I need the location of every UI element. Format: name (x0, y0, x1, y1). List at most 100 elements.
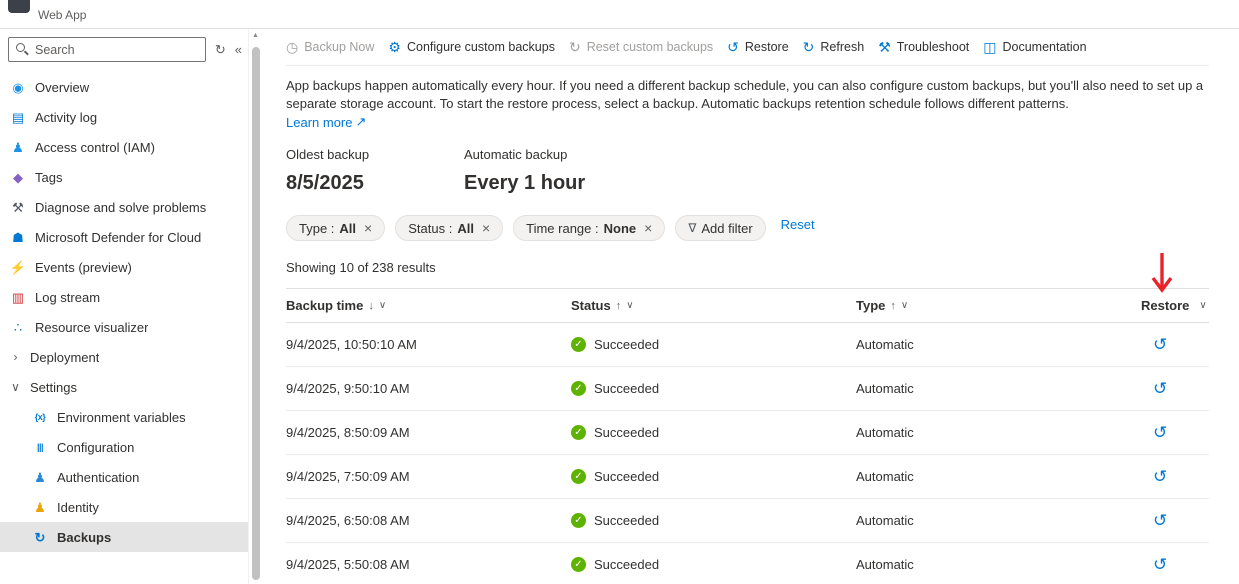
table-row[interactable]: 9/4/2025, 10:50:10 AM ✓ Succeeded Automa… (286, 323, 1209, 367)
row-restore-button[interactable]: ↺ (1141, 512, 1167, 529)
toolbar-button[interactable]: ◫ Documentation (983, 40, 1086, 54)
table-row[interactable]: 9/4/2025, 6:50:08 AM ✓ Succeeded Automat… (286, 499, 1209, 543)
funnel-icon: ∇ (688, 222, 696, 234)
table-row[interactable]: 9/4/2025, 7:50:09 AM ✓ Succeeded Automat… (286, 455, 1209, 499)
add-filter-button[interactable]: ∇ Add filter (675, 215, 765, 241)
authentication-icon: ♟ (31, 471, 49, 484)
toolbar-button[interactable]: ↻ Refresh (803, 40, 865, 54)
sidebar-item-label: Environment variables (57, 410, 186, 425)
app-icon (8, 0, 30, 13)
close-icon[interactable]: × (482, 221, 490, 235)
close-icon[interactable]: × (364, 221, 372, 235)
row-restore-button[interactable]: ↺ (1141, 336, 1167, 353)
access-control-icon: ♟ (9, 141, 27, 154)
scroll-up-icon[interactable]: ▲ (252, 32, 259, 39)
sidebar-item[interactable]: ☗ Microsoft Defender for Cloud (0, 222, 248, 252)
menu-refresh-icon[interactable]: ↻ (215, 43, 226, 56)
success-check-icon: ✓ (571, 513, 586, 528)
toolbar-button[interactable]: ◷ Backup Now (286, 40, 374, 54)
row-restore-button[interactable]: ↺ (1141, 424, 1167, 441)
stat-label: Automatic backup (464, 147, 622, 162)
toolbar-button-label: Troubleshoot (897, 40, 970, 54)
sidebar-item[interactable]: ▤ Activity log (0, 102, 248, 132)
reset-icon: ↻ (569, 40, 581, 54)
stat: Oldest backup 8/5/2025 (286, 147, 464, 195)
toolbar-button-label: Documentation (1002, 40, 1086, 54)
filter-pill-value: All (457, 221, 474, 236)
status-text: Succeeded (594, 557, 659, 572)
environment-variables-icon: {x} (31, 413, 49, 422)
success-check-icon: ✓ (571, 381, 586, 396)
learn-more-link[interactable]: Learn more ↗ (286, 114, 366, 130)
documentation-icon: ◫ (983, 40, 996, 54)
sidebar-item[interactable]: ◉ Overview (0, 72, 248, 102)
toolbar-button[interactable]: ⚙ Configure custom backups (388, 40, 555, 54)
table-row[interactable]: 9/4/2025, 5:50:08 AM ✓ Succeeded Automat… (286, 543, 1209, 584)
scrollbar-thumb[interactable] (252, 47, 260, 580)
defender-icon: ☗ (9, 231, 27, 244)
status-text: Succeeded (594, 469, 659, 484)
column-header[interactable]: Status ↑ ∨ (571, 298, 856, 313)
sidebar-item[interactable]: ♟ Access control (IAM) (0, 132, 248, 162)
sidebar-item[interactable]: ↻ Backups (0, 522, 248, 552)
sidebar-item[interactable]: ∨ Settings (0, 372, 248, 402)
sidebar-item-label: Log stream (35, 290, 100, 305)
gear-icon: ⚙ (388, 40, 401, 54)
sidebar-item-label: Settings (30, 380, 77, 395)
stat-label: Oldest backup (286, 147, 444, 162)
sidebar-scrollbar[interactable]: ▲ (248, 29, 262, 584)
type-cell: Automatic (856, 557, 1141, 572)
filter-pill[interactable]: Type : All × (286, 215, 385, 241)
sidebar-item[interactable]: ♟ Identity (0, 492, 248, 522)
row-restore-button[interactable]: ↺ (1141, 468, 1167, 485)
sort-icon: ↑ (616, 300, 622, 312)
column-header-label: Status (571, 298, 611, 313)
column-header[interactable]: Backup time ↓ ∨ (286, 298, 571, 313)
sidebar-item[interactable]: ||| Configuration (0, 432, 248, 462)
close-icon[interactable]: × (644, 221, 652, 235)
backup-time-cell: 9/4/2025, 5:50:08 AM (286, 557, 571, 572)
row-restore-button[interactable]: ↺ (1141, 556, 1167, 573)
azure-portal-page: Web App ↻ « ◉ Overview (0, 0, 1239, 584)
sidebar-item[interactable]: ♟ Authentication (0, 462, 248, 492)
sidebar-item[interactable]: {x} Environment variables (0, 402, 248, 432)
diagnose-icon: ⚒ (9, 201, 27, 214)
table-header-row: Backup time ↓ ∨ Status ↑ ∨ Type (286, 288, 1209, 323)
filter-pill[interactable]: Status : All × (395, 215, 503, 241)
page-title: Web App (38, 8, 86, 22)
backup-stats: Oldest backup 8/5/2025 Automatic backup … (286, 147, 1209, 195)
table-row[interactable]: 9/4/2025, 9:50:10 AM ✓ Succeeded Automat… (286, 367, 1209, 411)
sidebar-item-label: Overview (35, 80, 89, 95)
table-row[interactable]: 9/4/2025, 8:50:09 AM ✓ Succeeded Automat… (286, 411, 1209, 455)
column-header[interactable]: Type ↑ ∨ (856, 298, 1141, 313)
refresh-icon: ↻ (803, 40, 815, 54)
filter-pill[interactable]: Time range : None × (513, 215, 665, 241)
toolbar-button-label: Refresh (820, 40, 864, 54)
column-header[interactable]: Restore ∨ (1141, 298, 1209, 313)
toolbar-button[interactable]: ↻ Reset custom backups (569, 40, 713, 54)
backups-table: Backup time ↓ ∨ Status ↑ ∨ Type (286, 288, 1209, 584)
results-summary: Showing 10 of 238 results (286, 260, 1209, 275)
filter-bar: Type : All × Status : All × Time range : (286, 215, 1209, 241)
reset-filters-link[interactable]: Reset (781, 215, 815, 232)
sidebar-item[interactable]: › Deployment (0, 342, 248, 372)
configuration-icon: ||| (31, 443, 49, 452)
row-restore-button[interactable]: ↺ (1141, 380, 1167, 397)
sidebar-item[interactable]: ⚒ Diagnose and solve problems (0, 192, 248, 222)
sidebar-item[interactable]: ▥ Log stream (0, 282, 248, 312)
success-check-icon: ✓ (571, 469, 586, 484)
toolbar-button[interactable]: ↺ Restore (727, 40, 789, 54)
toolbar-button[interactable]: ⚒ Troubleshoot (878, 40, 969, 54)
collapse-sidebar-icon[interactable]: « (235, 43, 242, 56)
backup-time-cell: 9/4/2025, 8:50:09 AM (286, 425, 571, 440)
external-link-icon: ↗ (355, 114, 366, 130)
sidebar-item-label: Events (preview) (35, 260, 132, 275)
filter-pill-value: None (604, 221, 637, 236)
chevron-icon: › (9, 350, 22, 364)
sidebar-item-label: Access control (IAM) (35, 140, 155, 155)
sidebar-item[interactable]: ◆ Tags (0, 162, 248, 192)
stat-value: 8/5/2025 (286, 172, 444, 195)
sidebar-item[interactable]: ∴ Resource visualizer (0, 312, 248, 342)
search-input[interactable] (8, 37, 206, 62)
sidebar-item[interactable]: ⚡ Events (preview) (0, 252, 248, 282)
